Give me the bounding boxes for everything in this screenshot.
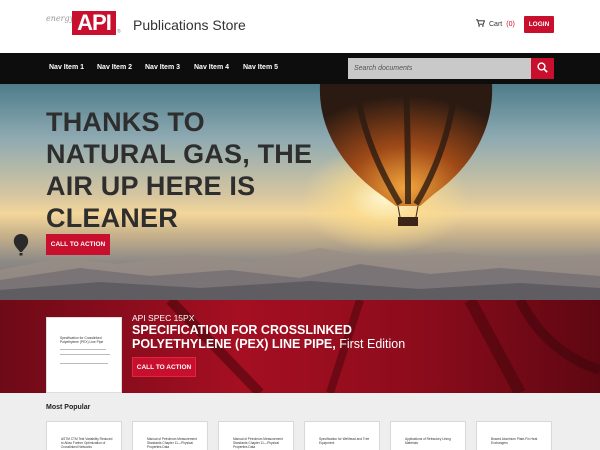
popular-item[interactable]: Manual of Petroleum Measurement Standard… [132, 421, 208, 450]
store-title: Publications Store [133, 17, 246, 33]
small-balloon-image [13, 234, 29, 256]
logo-energy-text: energy [46, 14, 75, 23]
document-title-text: SPECIFICATION FOR CROSSLINKED POLYETHYLE… [132, 323, 352, 351]
site-header: energy API ® Publications Store Cart (0)… [0, 0, 600, 53]
search-button[interactable] [531, 58, 554, 79]
popular-item-title: ASTM CTM Test Variability Reduced to All… [61, 437, 113, 449]
document-edition: First Edition [335, 337, 406, 351]
cart-label: Cart [489, 20, 503, 28]
popular-item[interactable]: Applications of Refractory Lining Materi… [390, 421, 466, 450]
popular-item-title: Brazed Aluminum Plate-Fin Heat Exchanger… [491, 437, 538, 445]
popular-item[interactable]: Manual of Petroleum Measurement Standard… [218, 421, 294, 450]
thumbnail-title: Specification for Crosslinked Polyethyle… [60, 336, 104, 344]
cart-icon [476, 19, 486, 29]
document-title: SPECIFICATION FOR CROSSLINKED POLYETHYLE… [132, 323, 452, 351]
search-icon [537, 60, 548, 78]
nav-item-2[interactable]: Nav Item 2 [97, 64, 132, 71]
thumbnail-line [60, 354, 110, 355]
hot-air-balloon-image [319, 84, 493, 226]
logo-registered-mark: ® [117, 29, 121, 35]
document-thumbnail[interactable]: Specification for Crosslinked Polyethyle… [46, 317, 122, 393]
featured-publication: Specification for Crosslinked Polyethyle… [0, 300, 600, 393]
nav-item-1[interactable]: Nav Item 1 [49, 64, 84, 71]
popular-item-title: Applications of Refractory Lining Materi… [405, 437, 451, 445]
featured-call-to-action-button[interactable]: CALL TO ACTION [132, 357, 196, 377]
popular-item-title: Manual of Petroleum Measurement Standard… [147, 437, 197, 449]
hero-call-to-action-button[interactable]: CALL TO ACTION [46, 234, 110, 255]
most-popular-section: Most Popular ASTM CTM Test Variability R… [0, 393, 600, 450]
document-code: API SPEC 15PX [132, 313, 195, 323]
nav-item-3[interactable]: Nav Item 3 [145, 64, 180, 71]
login-button[interactable]: LOGIN [524, 16, 554, 33]
popular-item[interactable]: ASTM CTM Test Variability Reduced to All… [46, 421, 122, 450]
nav-item-4[interactable]: Nav Item 4 [194, 64, 229, 71]
thumbnail-line [60, 363, 108, 364]
hero-headline: THANKS TO NATURAL GAS, THE AIR UP HERE I… [46, 107, 313, 233]
thumbnail-line [60, 349, 106, 350]
api-logo[interactable]: energy API ® [46, 11, 122, 39]
cart-link[interactable]: Cart (0) [476, 19, 515, 29]
cart-count: (0) [506, 20, 515, 28]
search-input[interactable]: Search documents [348, 58, 531, 79]
popular-item-title: Specification for Wellhead and Tree Equi… [319, 437, 370, 445]
main-nav: Nav Item 1 Nav Item 2 Nav Item 3 Nav Ite… [0, 53, 600, 84]
hero-banner: THANKS TO NATURAL GAS, THE AIR UP HERE I… [0, 84, 600, 300]
logo-api-mark: API [72, 11, 116, 35]
popular-item-title: Manual of Petroleum Measurement Standard… [233, 437, 283, 449]
popular-item[interactable]: Specification for Wellhead and Tree Equi… [304, 421, 380, 450]
popular-item[interactable]: Brazed Aluminum Plate-Fin Heat Exchanger… [476, 421, 552, 450]
nav-item-5[interactable]: Nav Item 5 [243, 64, 278, 71]
most-popular-heading: Most Popular [46, 404, 91, 411]
